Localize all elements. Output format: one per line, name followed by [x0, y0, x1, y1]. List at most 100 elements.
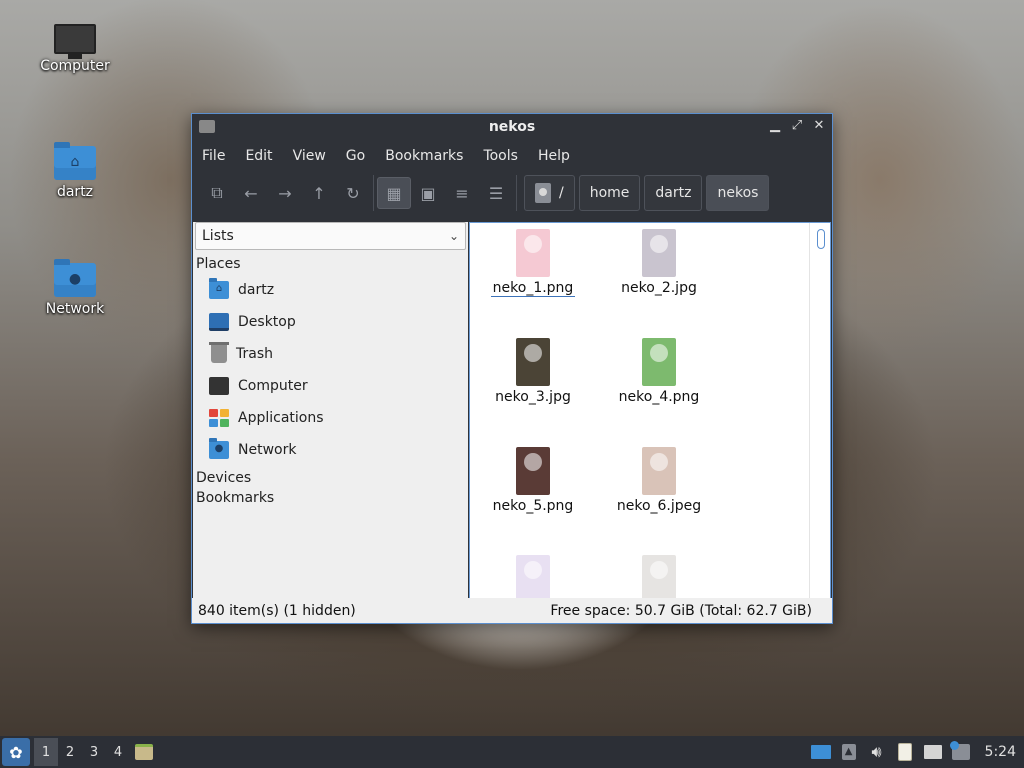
file-item[interactable]: [478, 555, 588, 603]
desktop-icon-label: Computer: [40, 58, 110, 74]
image-thumbnail: [642, 447, 676, 495]
eject-icon[interactable]: ▲: [835, 736, 863, 768]
workspace-4[interactable]: 4: [106, 738, 130, 766]
file-item[interactable]: neko_4.png: [604, 338, 714, 405]
toolbar-separator: [373, 175, 374, 211]
new-tab-icon[interactable]: ⧉: [200, 177, 234, 209]
place-label: Desktop: [238, 314, 296, 330]
home-folder-icon: ⌂: [54, 142, 96, 180]
file-item[interactable]: neko_2.jpg: [604, 229, 714, 296]
file-view[interactable]: neko_1.png neko_2.jpg neko_3.jpg neko_4.…: [469, 222, 831, 603]
file-name: neko_6.jpeg: [616, 498, 702, 514]
breadcrumb-home[interactable]: home: [578, 175, 641, 211]
desktop-icon-computer[interactable]: Computer: [30, 24, 120, 74]
bookmarks-header[interactable]: Bookmarks: [193, 490, 468, 514]
detailed-list-view-icon[interactable]: ☰: [479, 177, 513, 209]
menu-go[interactable]: Go: [346, 148, 365, 164]
places-header[interactable]: Places: [193, 250, 468, 274]
place-label: Trash: [236, 346, 273, 362]
toolbar-separator: [516, 175, 517, 211]
place-computer[interactable]: Computer: [193, 370, 468, 402]
workspace-3[interactable]: 3: [82, 738, 106, 766]
reload-icon[interactable]: ↻: [336, 177, 370, 209]
drive-icon: [535, 183, 551, 203]
place-label: Computer: [238, 378, 308, 394]
free-space: Free space: 50.7 GiB (Total: 62.7 GiB): [550, 602, 812, 619]
maximize-icon[interactable]: ⤢: [790, 118, 804, 134]
place-network[interactable]: ● Network: [193, 434, 468, 466]
file-manager-task-icon[interactable]: [130, 738, 158, 766]
file-item[interactable]: neko_3.jpg: [478, 338, 588, 405]
file-name: neko_4.png: [618, 389, 700, 405]
menu-view[interactable]: View: [293, 148, 326, 164]
breadcrumb-dartz[interactable]: dartz: [644, 175, 703, 211]
desktop-icon-label: Network: [45, 301, 105, 317]
file-name: neko_1.png: [490, 280, 576, 297]
file-item[interactable]: [604, 555, 714, 603]
image-thumbnail: [516, 229, 550, 277]
menu-file[interactable]: File: [202, 148, 225, 164]
place-label: Network: [238, 442, 297, 458]
image-thumbnail: [516, 555, 550, 603]
file-name: neko_3.jpg: [495, 389, 571, 405]
place-trash[interactable]: Trash: [193, 338, 468, 370]
image-thumbnail: [516, 447, 550, 495]
file-item[interactable]: neko_1.png: [478, 229, 588, 297]
network-icon[interactable]: [919, 736, 947, 768]
file-manager-window: nekos ▁ ⤢ ✕ File Edit View Go Bookmarks …: [191, 113, 833, 624]
place-label: Applications: [238, 410, 324, 426]
clock[interactable]: 5:24: [975, 744, 1024, 760]
place-applications[interactable]: Applications: [193, 402, 468, 434]
desktop-icon-network[interactable]: ● Network: [30, 259, 120, 317]
volume-icon[interactable]: 🔊︎: [863, 736, 891, 768]
trash-icon: [209, 342, 229, 363]
applications-icon: [209, 409, 229, 427]
network-folder-icon: ●: [209, 438, 229, 459]
image-thumbnail: [516, 338, 550, 386]
menu-help[interactable]: Help: [538, 148, 570, 164]
place-desktop[interactable]: Desktop: [193, 306, 468, 338]
thumbnail-view-icon[interactable]: ▣: [411, 177, 445, 209]
computer-icon: [54, 24, 96, 59]
forward-icon[interactable]: →: [268, 177, 302, 209]
compact-view-icon[interactable]: ≡: [445, 177, 479, 209]
network-folder-icon: ●: [54, 259, 96, 297]
breadcrumb-root[interactable]: /: [524, 175, 575, 211]
back-icon[interactable]: ←: [234, 177, 268, 209]
computer-icon: [209, 377, 229, 395]
title-bar[interactable]: nekos ▁ ⤢ ✕: [192, 114, 832, 142]
menu-edit[interactable]: Edit: [245, 148, 272, 164]
minimize-icon[interactable]: ▁: [768, 118, 782, 134]
desktop-preview-icon[interactable]: [807, 736, 835, 768]
menu-bookmarks[interactable]: Bookmarks: [385, 148, 463, 164]
icon-view-icon[interactable]: ▦: [377, 177, 411, 209]
toolbar: ⧉ ← → ↑ ↻ ▦ ▣ ≡ ☰ / home dartz nekos: [192, 170, 832, 216]
item-count: 840 item(s) (1 hidden): [198, 602, 356, 619]
desktop-icon-label: dartz: [56, 184, 94, 200]
menu-tools[interactable]: Tools: [483, 148, 518, 164]
side-pane-mode-value: Lists: [202, 228, 234, 244]
image-thumbnail: [642, 555, 676, 603]
start-menu-icon[interactable]: ✿: [2, 738, 30, 766]
clipboard-icon[interactable]: [891, 736, 919, 768]
menu-bar: File Edit View Go Bookmarks Tools Help: [192, 142, 832, 170]
system-tray: ▲ 🔊︎ 5:24: [807, 736, 1024, 768]
file-name: neko_5.png: [492, 498, 574, 514]
up-icon[interactable]: ↑: [302, 177, 336, 209]
scrollbar[interactable]: [817, 229, 825, 249]
close-icon[interactable]: ✕: [812, 118, 826, 134]
place-dartz[interactable]: ⌂ dartz: [193, 274, 468, 306]
file-item[interactable]: neko_5.png: [478, 447, 588, 514]
home-folder-icon: ⌂: [209, 278, 229, 299]
updates-icon[interactable]: [947, 736, 975, 768]
workspace-2[interactable]: 2: [58, 738, 82, 766]
devices-header[interactable]: Devices: [193, 466, 468, 490]
image-thumbnail: [642, 338, 676, 386]
status-bar: 840 item(s) (1 hidden) Free space: 50.7 …: [192, 598, 832, 623]
desktop-icon-dartz[interactable]: ⌂ dartz: [30, 142, 120, 200]
image-thumbnail: [642, 229, 676, 277]
workspace-1[interactable]: 1: [34, 738, 58, 766]
file-item[interactable]: neko_6.jpeg: [604, 447, 714, 514]
side-pane-mode-select[interactable]: Lists ⌄: [195, 222, 466, 250]
breadcrumb-nekos[interactable]: nekos: [706, 175, 770, 211]
